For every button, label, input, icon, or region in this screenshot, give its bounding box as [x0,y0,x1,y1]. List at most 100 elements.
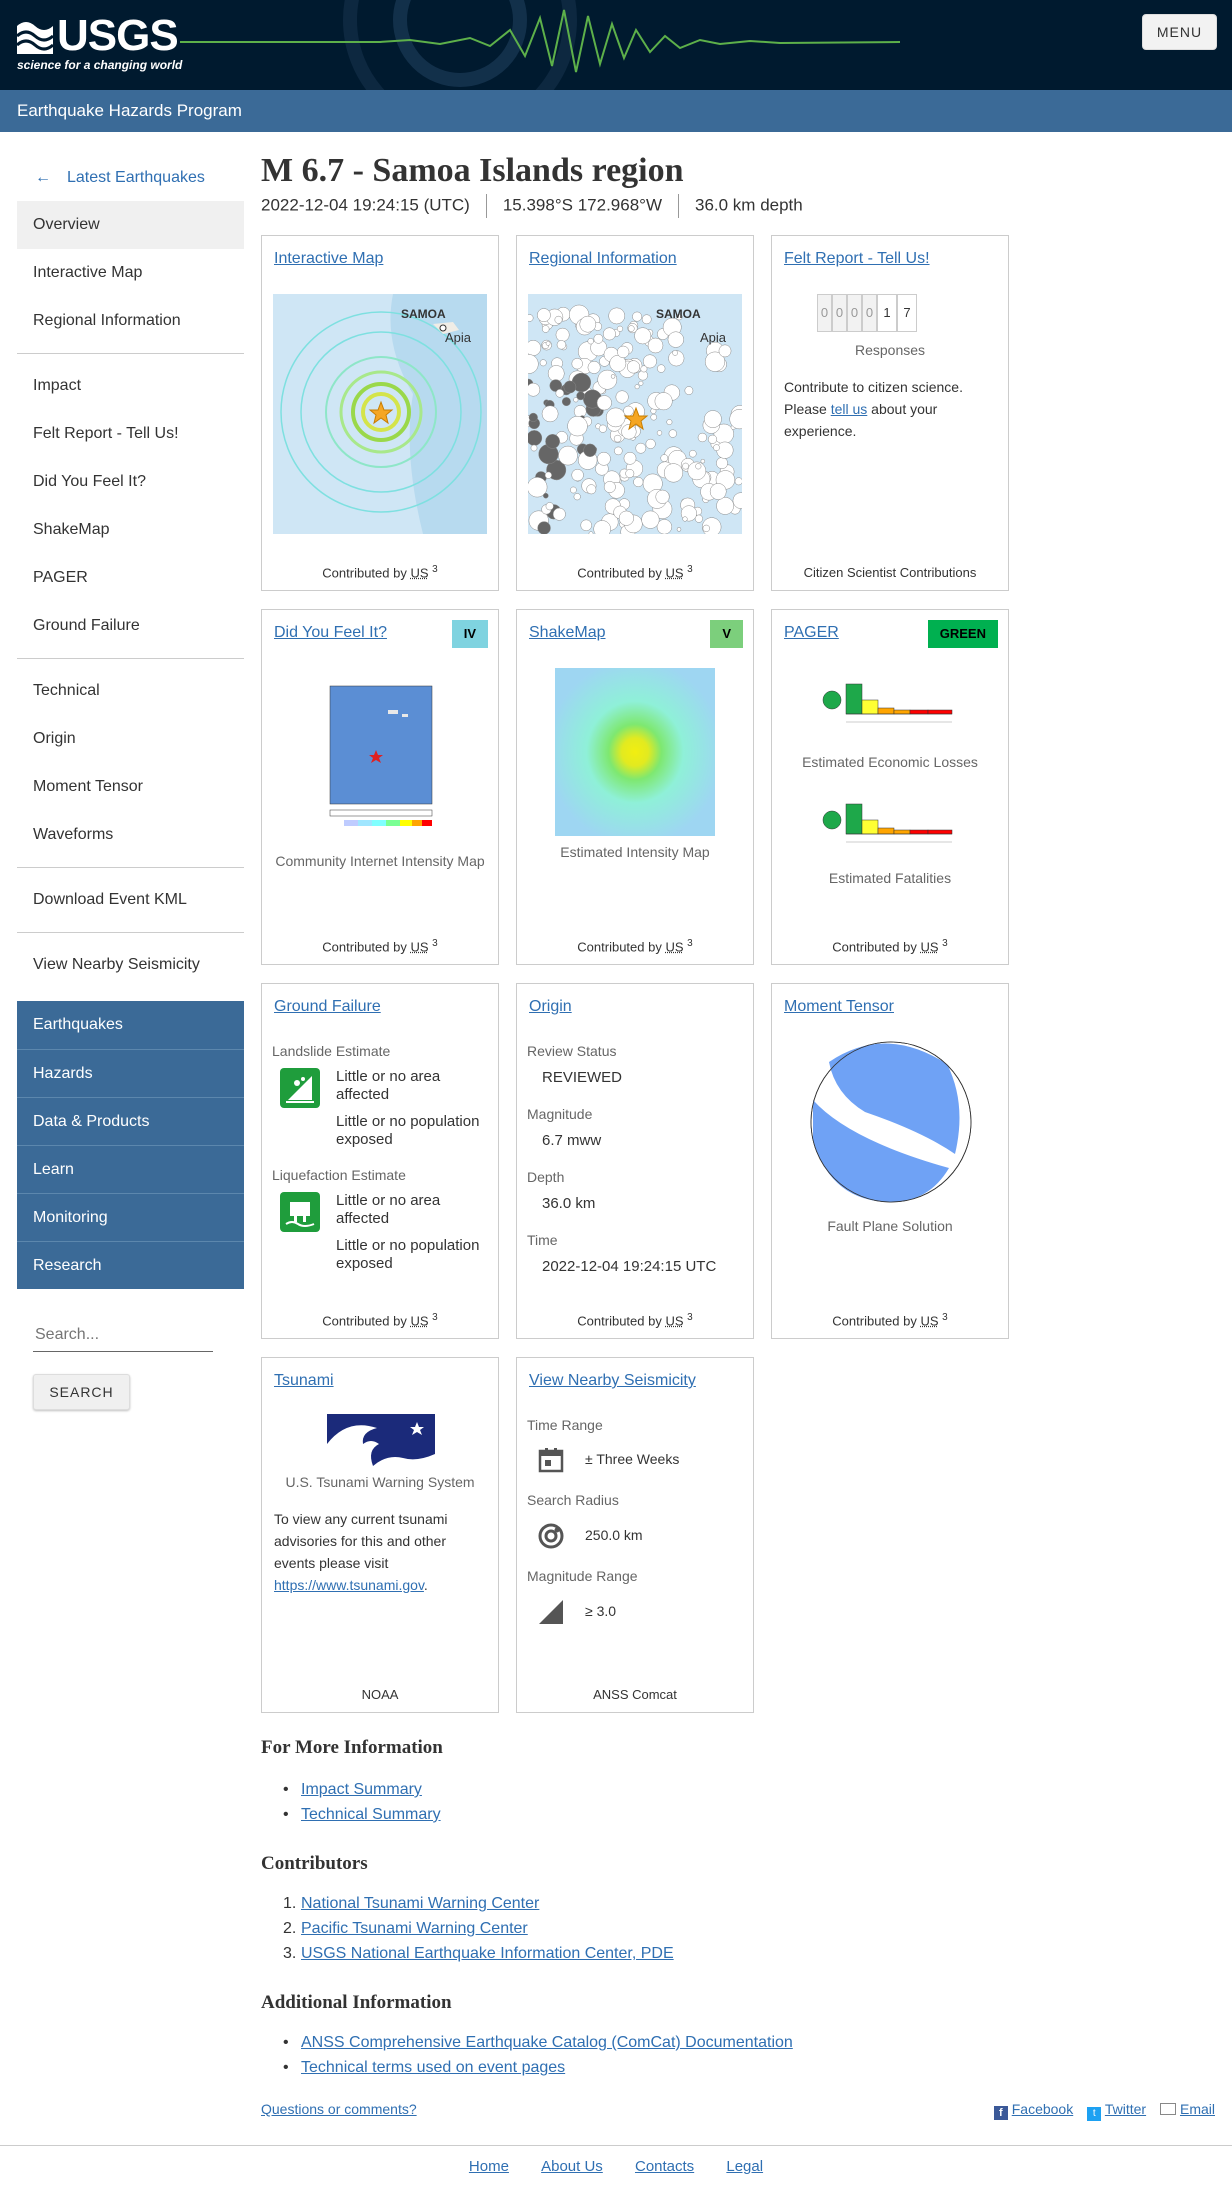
logo-word: USGS [57,11,179,60]
email-label[interactable]: Email [1180,2101,1215,2117]
sidebar-item-overview[interactable]: Overview [17,201,244,249]
email-share[interactable]: Email [1160,2101,1215,2121]
sidebar-item-pager[interactable]: PAGER [17,554,244,602]
dyfi-map-thumbnail[interactable] [318,668,444,836]
card-dyfi[interactable]: Did You Feel It? IV Community Internet I… [261,609,499,965]
menu-button[interactable]: MENU [1142,14,1217,50]
card-ground-failure[interactable]: Ground Failure Landslide Estimate Little… [261,983,499,1339]
card-regional-information[interactable]: Regional Information SAMOA Apia Contribu… [516,235,754,591]
card-title[interactable]: View Nearby Seismicity [529,1372,696,1390]
interactive-map-thumbnail[interactable]: SAMOA Apia [273,294,487,534]
seismicity-dot [625,469,635,478]
sidebar-item-origin[interactable]: Origin [17,715,244,763]
card-title[interactable]: Regional Information [529,250,677,268]
technical-summary-link[interactable]: Technical Summary [301,1806,441,1823]
sidebar-item-dyfi[interactable]: Did You Feel It? [17,458,244,506]
card-title[interactable]: Tsunami [274,1372,334,1390]
list-item: 1. National Tsunami Warning Center [283,1891,674,1916]
nav-learn[interactable]: Learn [17,1145,244,1193]
footer-contacts-link[interactable]: Contacts [635,2158,694,2175]
footer-text: Contributed by [832,939,917,954]
list-item: • Impact Summary [283,1777,441,1802]
nav-data-products[interactable]: Data & Products [17,1097,244,1145]
comcat-doc-link[interactable]: ANSS Comprehensive Earthquake Catalog (C… [301,2034,793,2051]
shakemap-thumbnail[interactable] [555,668,715,836]
additional-info-heading: Additional Information [261,1992,452,2013]
card-pager[interactable]: PAGER GREEN Estimated Economic Losses Es… [771,609,1009,965]
technical-terms-link[interactable]: Technical terms used on event pages [301,2059,565,2076]
sidebar-item-felt-report[interactable]: Felt Report - Tell Us! [17,410,244,458]
card-title[interactable]: Did You Feel It? [274,624,387,642]
card-title[interactable]: Felt Report - Tell Us! [784,250,930,268]
card-title[interactable]: Moment Tensor [784,998,894,1016]
twitter-share[interactable]: t Twitter [1087,2101,1146,2121]
card-nearby-seismicity[interactable]: View Nearby Seismicity Time Range ± Thre… [516,1357,754,1713]
sidebar-item-waveforms[interactable]: Waveforms [17,811,244,859]
nav-hazards[interactable]: Hazards [17,1049,244,1097]
sidebar-item-regional-information[interactable]: Regional Information [17,297,244,345]
sidebar-item-shakemap[interactable]: ShakeMap [17,506,244,554]
footer-home-link[interactable]: Home [469,2158,509,2175]
search-button[interactable]: SEARCH [33,1374,130,1410]
nav-monitoring[interactable]: Monitoring [17,1193,244,1241]
card-tsunami[interactable]: Tsunami U.S. Tsunami Warning System To v… [261,1357,499,1713]
footer-text: Contributed by [577,939,662,954]
beachball-icon[interactable] [809,1040,973,1204]
seismicity-dot [667,331,684,348]
card-interactive-map[interactable]: Interactive Map SAMOA Apia Contributed b… [261,235,499,591]
card-title[interactable]: Ground Failure [274,998,381,1016]
nav-research[interactable]: Research [17,1241,244,1289]
facebook-label[interactable]: Facebook [1012,2101,1073,2117]
card-footer: Contributed by US 3 [517,564,753,580]
back-link-latest-earthquakes[interactable]: ← Latest Earthquakes [17,155,244,201]
pager-fatalities-caption: Estimated Fatalities [828,870,952,886]
card-footer: ANSS Comcat [593,1687,677,1702]
card-moment-tensor[interactable]: Moment Tensor Fault Plane Solution Contr… [771,983,1009,1339]
seismicity-dot [704,410,722,428]
card-origin[interactable]: Origin Review Status REVIEWED Magnitude … [516,983,754,1339]
twitter-label[interactable]: Twitter [1105,2101,1146,2117]
fault-plane-caption: Fault Plane Solution [827,1218,953,1234]
contributor-link-ntwc[interactable]: National Tsunami Warning Center [301,1895,539,1912]
footer-about-link[interactable]: About Us [541,2158,603,2175]
sidebar-item-download-kml[interactable]: Download Event KML [17,876,244,924]
card-shakemap[interactable]: ShakeMap V Estimated Intensity Map Contr… [516,609,754,965]
seismicity-dot [621,424,637,440]
contributor-code: US [410,939,429,954]
sidebar-item-moment-tensor[interactable]: Moment Tensor [17,763,244,811]
tsunami-gov-link[interactable]: https://www.tsunami.gov [274,1577,424,1593]
contributor-count: 3 [942,937,948,949]
seismicity-dot [614,446,623,456]
program-title[interactable]: Earthquake Hazards Program [0,90,1232,132]
search-input[interactable] [33,1318,213,1352]
card-felt-report[interactable]: Felt Report - Tell Us! 0 0 0 0 1 7 Respo… [771,235,1009,591]
sidebar-group-technical: Technical Origin Moment Tensor Waveforms [17,667,244,859]
seismicity-dot [573,405,587,418]
logo-tagline: science for a changing world [17,58,183,72]
sidebar-item-interactive-map[interactable]: Interactive Map [17,249,244,297]
usgs-logo[interactable]: USGS science for a changing world [17,11,182,78]
contributor-link-neic[interactable]: USGS National Earthquake Information Cen… [301,1945,674,1962]
nav-earthquakes[interactable]: Earthquakes [17,1001,244,1049]
facebook-share[interactable]: f Facebook [993,2101,1073,2121]
card-footer: Contributed by US 3 [262,1312,498,1328]
seismicity-dot [626,360,641,374]
sidebar-item-impact[interactable]: Impact [17,362,244,410]
card-title[interactable]: Origin [529,998,572,1016]
card-title[interactable]: Interactive Map [274,250,383,268]
tell-us-link[interactable]: tell us [831,401,868,417]
shakemap-caption: Estimated Intensity Map [560,844,710,860]
impact-summary-link[interactable]: Impact Summary [301,1781,422,1798]
sidebar-item-technical[interactable]: Technical [17,667,244,715]
seismicity-dot [537,521,551,534]
footer-legal-link[interactable]: Legal [726,2158,763,2175]
card-title[interactable]: PAGER [784,624,839,642]
questions-link[interactable]: Questions or comments? [261,2101,417,2117]
regional-map-thumbnail[interactable]: SAMOA Apia [528,294,742,534]
sidebar-item-ground-failure[interactable]: Ground Failure [17,602,244,650]
sidebar-item-nearby-seismicity[interactable]: View Nearby Seismicity [17,941,244,989]
liquefaction-label: Liquefaction Estimate [272,1167,406,1183]
counter-digit: 0 [862,294,877,332]
contributor-link-ptwc[interactable]: Pacific Tsunami Warning Center [301,1920,528,1937]
card-title[interactable]: ShakeMap [529,624,606,642]
